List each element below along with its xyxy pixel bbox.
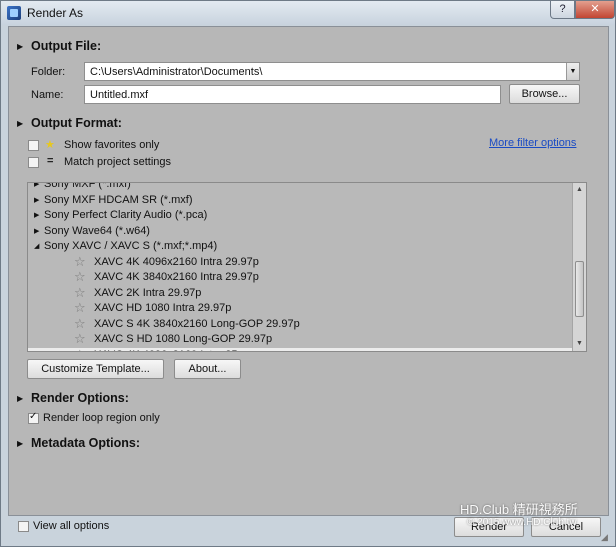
- expand-arrow-icon[interactable]: ▶: [34, 183, 39, 188]
- format-group-row[interactable]: ▶ Sony MXF HDCAM SR (*.mxf): [28, 193, 572, 209]
- name-value: Untitled.mxf: [90, 89, 149, 101]
- favorite-star-outline-icon[interactable]: ☆: [74, 269, 86, 285]
- show-favorites-label: Show favorites only: [64, 139, 160, 151]
- format-row-label: Sony Wave64 (*.w64): [44, 224, 150, 237]
- folder-combobox[interactable]: C:\Users\Administrator\Documents\: [84, 62, 580, 81]
- favorite-star-outline-icon[interactable]: ☆: [74, 300, 86, 316]
- format-group-row[interactable]: ▶ Sony MXF (*.mxf): [28, 182, 572, 193]
- resize-grip-icon[interactable]: ◢: [601, 532, 611, 542]
- scroll-down-arrow-icon[interactable]: ▼: [573, 337, 586, 351]
- watermark-line-2: © 2015 www.HD.Club.tw: [467, 517, 577, 528]
- expand-arrow-icon[interactable]: ▶: [34, 196, 39, 204]
- favorite-star-outline-icon[interactable]: ☆: [74, 316, 86, 332]
- expand-arrow-icon[interactable]: ▶: [34, 211, 39, 219]
- format-row-label: Sony MXF HDCAM SR (*.mxf): [44, 193, 193, 206]
- format-row-label: Sony XAVC / XAVC S (*.mxf;*.mp4): [44, 240, 218, 252]
- view-all-options-label: View all options: [33, 520, 110, 532]
- format-row-label: XAVC 4K 4096x2160 Intra 29.97p: [94, 255, 259, 268]
- expand-arrow-icon: ▶: [17, 42, 24, 51]
- format-row-label: XAVC S 4K 3840x2160 Long-GOP 29.97p: [94, 317, 300, 330]
- render-loop-region-checkbox[interactable]: [28, 411, 39, 424]
- title-bar[interactable]: Render As: [1, 1, 615, 25]
- favorite-star-outline-icon[interactable]: ☆: [74, 254, 86, 270]
- expand-arrow-icon: ▶: [17, 439, 24, 448]
- format-group-row[interactable]: ▶ Sony Wave64 (*.w64): [28, 224, 572, 240]
- help-button[interactable]: ?: [550, 1, 575, 19]
- customize-template-button[interactable]: Customize Template...: [27, 359, 164, 379]
- about-button[interactable]: About...: [174, 359, 241, 379]
- folder-label: Folder:: [31, 66, 66, 78]
- metadata-options-section-toggle[interactable]: ▶ Metadata Options:: [17, 436, 140, 450]
- name-label: Name:: [31, 89, 64, 101]
- favorite-star-outline-icon[interactable]: ☆: [74, 285, 86, 301]
- format-row-label: Sony Perfect Clarity Audio (*.pca): [44, 209, 208, 221]
- expand-arrow-icon[interactable]: ▶: [34, 227, 39, 235]
- render-as-dialog: Render As ? ✕ ▶ Output File: Folder: C:\U…: [0, 0, 616, 547]
- collapse-arrow-icon[interactable]: ◢: [34, 242, 39, 250]
- metadata-options-header: Metadata Options:: [31, 436, 141, 450]
- format-template-row[interactable]: ☆ XAVC S 4K 3840x2160 Long-GOP 29.97p: [28, 316, 572, 333]
- output-format-section-toggle[interactable]: ▶ Output Format:: [17, 116, 122, 130]
- scroll-up-arrow-icon[interactable]: ▲: [573, 183, 586, 197]
- name-input[interactable]: Untitled.mxf: [84, 85, 501, 104]
- format-template-row[interactable]: ☆ XAVC HD 1080 Intra 29.97p: [28, 300, 572, 317]
- watermark-line-1: HD.Club 精研視務所: [460, 502, 578, 517]
- favorite-star-icon: ★: [45, 139, 55, 151]
- format-row-label: Sony MXF (*.mxf): [44, 182, 131, 190]
- scrollbar-thumb[interactable]: [575, 261, 584, 317]
- match-project-checkbox[interactable]: [28, 157, 39, 168]
- format-template-row[interactable]: ☆ XAVC 2K Intra 29.97p: [28, 285, 572, 302]
- match-project-label: Match project settings: [64, 156, 171, 168]
- close-button[interactable]: ✕: [575, 1, 615, 19]
- output-file-section-toggle[interactable]: ▶ Output File:: [17, 39, 101, 53]
- format-row-label: XAVC 4K 4096x2160 Intra 25p: [94, 349, 244, 352]
- list-scrollbar[interactable]: ▲ ▼: [572, 183, 586, 351]
- favorite-star-outline-icon[interactable]: ☆: [74, 331, 86, 347]
- format-group-row[interactable]: ▶ Sony Perfect Clarity Audio (*.pca): [28, 208, 572, 224]
- render-loop-region-label: Render loop region only: [43, 412, 160, 424]
- format-row-label: XAVC S HD 1080 Long-GOP 29.97p: [94, 333, 273, 345]
- more-filter-options-link[interactable]: More filter options: [489, 137, 576, 149]
- format-row-label: XAVC HD 1080 Intra 29.97p: [94, 302, 232, 314]
- render-options-section-toggle[interactable]: ▶ Render Options:: [17, 391, 129, 405]
- match-equals-icon: =: [47, 155, 54, 167]
- show-favorites-checkbox[interactable]: [28, 140, 39, 151]
- format-template-row[interactable]: ☆XAVC 4K 4096x2160 Intra 25p: [28, 347, 572, 352]
- output-format-header: Output Format:: [31, 116, 122, 130]
- expand-arrow-icon: ▶: [17, 394, 24, 403]
- format-template-list[interactable]: ☆XAVC 4K 4096x2160 Intra 25p☆XAVC S HD 1…: [27, 182, 587, 352]
- format-row-label: XAVC 2K Intra 29.97p: [94, 286, 202, 299]
- render-options-header: Render Options:: [31, 391, 129, 405]
- format-template-row[interactable]: ☆ XAVC 4K 4096x2160 Intra 29.97p: [28, 254, 572, 271]
- folder-dropdown-arrow-icon[interactable]: ▼: [566, 63, 579, 80]
- folder-value: C:\Users\Administrator\Documents\: [90, 66, 263, 78]
- expand-arrow-icon: ▶: [17, 119, 24, 128]
- view-all-options-checkbox[interactable]: [18, 521, 29, 532]
- format-group-row[interactable]: ◢ Sony XAVC / XAVC S (*.mxf;*.mp4): [28, 239, 572, 255]
- format-row-label: XAVC 4K 3840x2160 Intra 29.97p: [94, 271, 259, 283]
- window-title: Render As: [27, 6, 84, 20]
- format-template-row[interactable]: ☆ XAVC S HD 1080 Long-GOP 29.97p: [28, 331, 572, 348]
- output-file-header: Output File:: [31, 39, 102, 53]
- format-template-row[interactable]: ☆ XAVC 4K 3840x2160 Intra 29.97p: [28, 269, 572, 286]
- vegas-app-icon: [7, 6, 21, 20]
- dialog-body: ▶ Output File: Folder: C:\Users\Administr…: [8, 26, 609, 516]
- browse-button[interactable]: Browse...: [509, 84, 580, 104]
